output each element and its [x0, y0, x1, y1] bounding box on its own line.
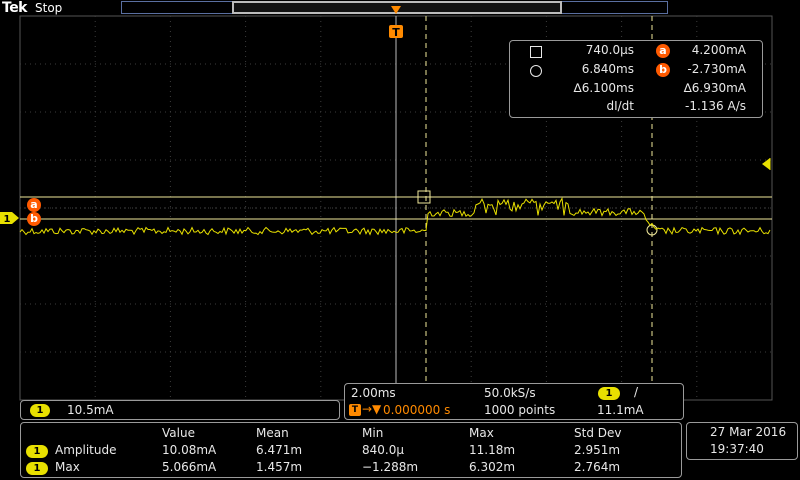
- cursor-readout-panel[interactable]: 740.0µs a 4.200mA 6.840ms b -2.730mA ∆6.…: [509, 40, 763, 118]
- channel-1-scale-box[interactable]: 1 10.5mA: [20, 400, 340, 420]
- row-name: Max: [55, 460, 80, 474]
- trigger-position: 0.000000 s: [383, 403, 451, 417]
- date-text: 27 Mar 2016: [710, 425, 787, 439]
- trigger-level: 11.1mA: [597, 403, 644, 417]
- square-icon: [530, 46, 542, 58]
- circle-icon: [530, 65, 542, 77]
- cursor-slope-label: dI/dt: [606, 99, 634, 113]
- row-value: 10.08mA: [162, 443, 217, 457]
- cursor-b-badge[interactable]: b: [27, 212, 41, 226]
- row-min: 840.0µ: [362, 443, 404, 457]
- row-value: 5.066mA: [162, 460, 217, 474]
- row-min: −1.288m: [362, 460, 419, 474]
- channel-1-scale: 10.5mA: [67, 403, 114, 417]
- cursor-a-readout-badge: a: [656, 44, 670, 58]
- row-channel-badge: 1: [26, 462, 48, 475]
- trigger-position-marker[interactable]: T: [389, 6, 403, 400]
- cursor-a-badge[interactable]: a: [27, 198, 41, 212]
- col-header-std-dev: Std Dev: [574, 426, 622, 440]
- trigger-marker-label: T: [392, 26, 400, 39]
- cursor-b-value: -2.730mA: [687, 62, 746, 76]
- row-max: 11.18m: [469, 443, 516, 457]
- sample-rate: 50.0kS/s: [484, 386, 536, 400]
- col-header-min: Min: [362, 426, 384, 440]
- row-std-dev: 2.764m: [574, 460, 621, 474]
- trigger-slope-icon: /: [634, 385, 639, 399]
- trigger-source-badge: 1: [598, 387, 620, 400]
- horizontal-scale: 2.00ms: [351, 386, 396, 400]
- row-channel-badge: 1: [26, 445, 48, 458]
- cursor-b-readout-badge: b: [656, 63, 670, 77]
- row-std-dev: 2.951m: [574, 443, 621, 457]
- row-name: Amplitude: [55, 443, 117, 457]
- cursor-delta-time: ∆6.100ms: [573, 81, 634, 95]
- cursor-b-time: 6.840ms: [581, 62, 634, 76]
- channel-1-ground-marker[interactable]: 1: [0, 212, 19, 225]
- col-header-mean: Mean: [256, 426, 289, 440]
- channel-1-badge: 1: [30, 404, 50, 417]
- trigger-arrow-icon: →▼: [362, 402, 382, 416]
- trigger-level-arrow[interactable]: [762, 158, 770, 170]
- trigger-position-icon: T: [349, 404, 361, 416]
- cursor-delta-value: ∆6.930mA: [683, 81, 746, 95]
- datetime-box: 27 Mar 2016 19:37:40: [686, 422, 798, 460]
- col-header-max: Max: [469, 426, 494, 440]
- time-text: 19:37:40: [710, 442, 764, 456]
- row-max: 6.302m: [469, 460, 516, 474]
- row-mean: 6.471m: [256, 443, 303, 457]
- timebase-trigger-box[interactable]: 2.00ms 50.0kS/s 1 / T →▼ 0.000000 s 1000…: [344, 383, 684, 420]
- cursor-slope-value: -1.136 A/s: [684, 99, 746, 113]
- cursor-a-time: 740.0µs: [585, 43, 634, 57]
- cursor-a-value: 4.200mA: [691, 43, 746, 57]
- svg-text:1: 1: [4, 214, 11, 225]
- record-length: 1000 points: [484, 403, 556, 417]
- row-mean: 1.457m: [256, 460, 303, 474]
- measurement-panel[interactable]: Value Mean Min Max Std Dev 1 Amplitude 1…: [20, 422, 682, 478]
- col-header-value: Value: [162, 426, 195, 440]
- channel-1-waveform: [19, 196, 771, 236]
